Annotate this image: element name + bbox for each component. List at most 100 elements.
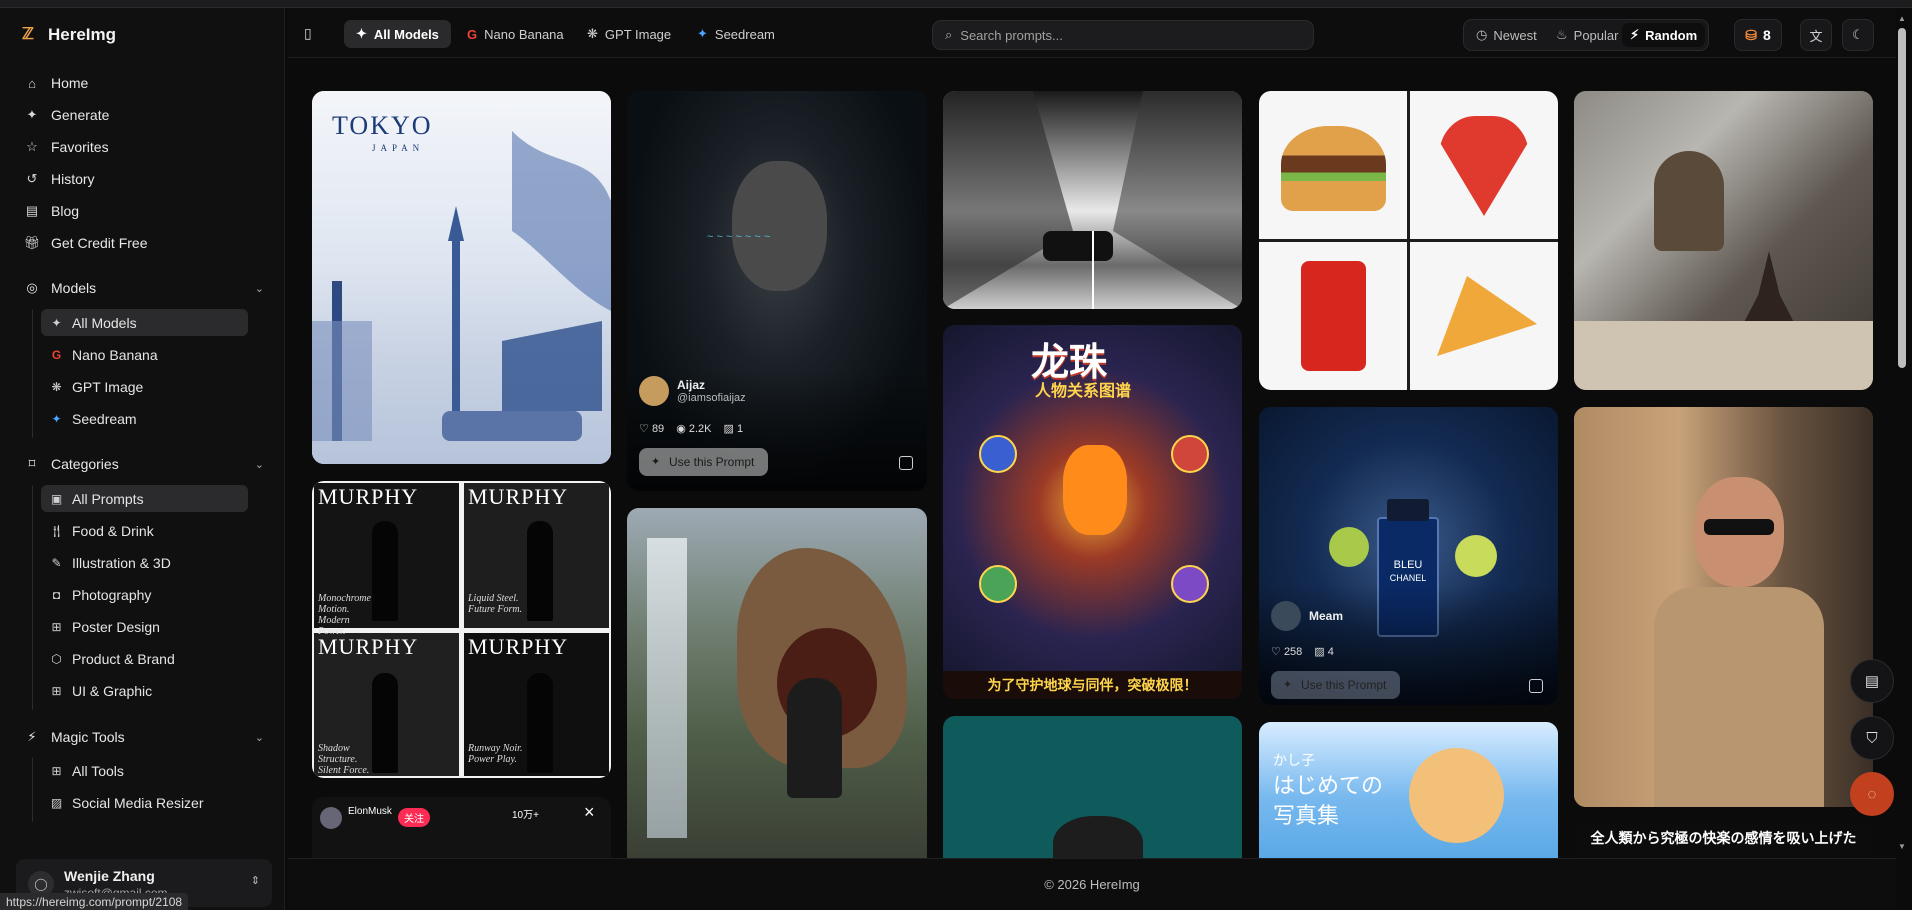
elon-avatar [320, 807, 342, 829]
sort-label: Newest [1493, 27, 1537, 43]
category-photography[interactable]: ◘ Photography [41, 581, 248, 608]
card-origami-food[interactable] [1259, 91, 1558, 390]
category-product-brand[interactable]: ⬡ Product & Brand [41, 645, 248, 672]
author-name: Aijaz [677, 378, 706, 392]
box-icon: ⬡ [51, 651, 62, 666]
category-illustration[interactable]: ✎ Illustration & 3D [41, 549, 248, 576]
section-models[interactable]: ◎ Models ⌄ [24, 280, 264, 296]
tab-gpt-image[interactable]: ❋ GPT Image [575, 20, 683, 48]
character-bubble [979, 435, 1017, 473]
card-photobook[interactable]: かし子 はじめての 写真集 [1259, 722, 1558, 859]
card-man-sunglasses[interactable] [1574, 407, 1873, 807]
category-poster-design[interactable]: ⊞ Poster Design [41, 613, 248, 640]
woman-figure [787, 678, 842, 798]
history-icon: ↺ [26, 171, 38, 186]
section-categories[interactable]: ⌑ Categories ⌄ [24, 456, 264, 472]
theme-toggle-button[interactable]: ☾ [1842, 19, 1874, 51]
perfume-brand-line1: BLEU [1393, 559, 1423, 571]
card-portrait[interactable]: ~ ~ ~ ~ ~ ~ ~ Aijaz @iamsofiaijaz ♡ 89 ◉ … [627, 91, 927, 491]
copy-icon[interactable] [899, 456, 913, 470]
sort-label: Random [1645, 27, 1698, 43]
lime-slice [1455, 535, 1497, 577]
nav-favorites[interactable]: ☆ Favorites [24, 136, 108, 158]
nav-generate[interactable]: ✦ Generate [24, 104, 110, 126]
model-all[interactable]: ✦ All Models [41, 309, 248, 336]
likes-count: 89 [651, 423, 665, 435]
tab-seedream[interactable]: ✦ Seedream [685, 20, 787, 48]
character-bubble [979, 565, 1017, 603]
use-prompt-button[interactable]: ✦ Use this Prompt [639, 448, 769, 476]
scrollbar-thumb[interactable] [1898, 28, 1906, 368]
tool-social-resizer[interactable]: ▨ Social Media Resizer [41, 789, 248, 816]
chevron-updown-icon: ⇕ [250, 875, 260, 887]
chat-float-button[interactable]: ◌ [1850, 772, 1894, 816]
card-murphy[interactable]: MURPHY MURPHY MURPHY MURPHY Monochrome M… [312, 481, 611, 778]
copy-icon[interactable] [1529, 679, 1543, 693]
clock-icon: ◷ [1476, 27, 1488, 42]
search-icon: ⌕ [945, 27, 953, 42]
scroll-down-icon[interactable]: ▼ [1897, 842, 1907, 851]
sub-label: All Models [72, 314, 137, 331]
grid-icon: ⊞ [51, 763, 62, 778]
moon-icon: ☾ [1852, 27, 1864, 42]
language-button[interactable]: 文 [1800, 19, 1832, 51]
gallery-icon: ▣ [50, 491, 63, 506]
card-elon-stream[interactable]: ElonMusk 关注 10万+ × [312, 797, 611, 859]
brush-icon: ✎ [51, 555, 62, 570]
sidebar-toggle-icon[interactable]: ▯ [304, 25, 320, 41]
follow-button[interactable]: 关注 [398, 808, 430, 827]
sort-popular[interactable]: ♨ Popular [1548, 23, 1626, 47]
tokyo-title: TOKYO [332, 111, 433, 140]
card-street-sketch[interactable] [943, 91, 1242, 309]
category-ui-graphic[interactable]: ⊞ UI & Graphic [41, 677, 248, 704]
privacy-float-button[interactable]: ⛉ [1850, 716, 1894, 760]
card-eiffel-craftsman[interactable] [1574, 91, 1873, 390]
google-icon: G [51, 347, 62, 362]
nav-get-credit[interactable]: 🎁︎ Get Credit Free [24, 232, 148, 254]
burger-origami [1281, 126, 1386, 211]
category-all-prompts[interactable]: ▣ All Prompts [41, 485, 248, 512]
card-tokyo[interactable]: TOKYO JAPAN [312, 91, 611, 464]
card-dinosaur[interactable] [627, 508, 927, 859]
model-gpt-image[interactable]: ❋ GPT Image [41, 373, 248, 400]
close-icon[interactable]: × [584, 802, 595, 823]
tab-all-models[interactable]: ✦ All Models [344, 20, 451, 48]
utensils-icon: 🍴︎ [48, 523, 65, 538]
tool-all[interactable]: ⊞ All Tools [41, 757, 248, 784]
tab-label: All Models [373, 26, 439, 42]
category-food-drink[interactable]: 🍴︎ Food & Drink [41, 517, 248, 544]
search-input[interactable] [960, 27, 1291, 43]
murphy-caption: Runway Noir. Power Play. [468, 743, 523, 765]
nav-history[interactable]: ↺ History [24, 168, 95, 190]
sparkles-icon: ✦ [651, 456, 661, 468]
sparkles-icon: ✦ [51, 315, 62, 330]
viewer-count: 10万+ [512, 810, 539, 821]
nav-home[interactable]: ⌂ Home [24, 72, 88, 94]
card-dragonball[interactable]: 龙珠 人物关系图谱 为了守护地球与同伴，突破极限！ [943, 325, 1242, 699]
character-bubble [1171, 565, 1209, 603]
card-teal-portrait[interactable] [943, 716, 1242, 859]
document-icon: ▤ [1864, 673, 1880, 690]
search-bar: ⌕ [932, 20, 1314, 50]
use-prompt-button[interactable]: ✦ Use this Prompt [1271, 671, 1401, 699]
card-author[interactable]: Aijaz @iamsofiaijaz [639, 376, 746, 406]
sort-newest[interactable]: ◷ Newest [1468, 23, 1545, 47]
card-perfume[interactable]: BLEU CHANEL Meam ♡ 258 ▨ 4 ✦ Use this Pro… [1259, 407, 1558, 705]
model-nano-banana[interactable]: G Nano Banana [41, 341, 248, 368]
scroll-up-icon[interactable]: ▲ [1897, 14, 1907, 23]
card-author[interactable]: Meam [1271, 601, 1343, 631]
sort-random[interactable]: ⚡︎ Random [1622, 23, 1706, 47]
sub-label: All Prompts [72, 490, 144, 507]
model-seedream[interactable]: ✦ Seedream [41, 405, 248, 432]
sub-label: Photography [72, 586, 152, 603]
card-jp-banner[interactable]: 全人類から究極の快楽の感情を吸い上げた [1574, 824, 1873, 859]
jp-banner-text: 全人類から究極の快楽の感情を吸い上げた [1590, 830, 1857, 846]
nav-blog[interactable]: ▤ Blog [24, 200, 79, 222]
section-magic-tools[interactable]: ⚡︎ Magic Tools ⌄ [24, 729, 264, 745]
brand-name: HereImg [48, 25, 117, 44]
sidebar: ℤ HereImg ⌂ Home ✦ Generate ☆ Favorites ↺ Hi… [0, 8, 285, 910]
tab-nano-banana[interactable]: G Nano Banana [455, 20, 576, 48]
docs-float-button[interactable]: ▤ [1850, 659, 1894, 703]
credits-button[interactable]: ⛁ 8 [1734, 19, 1782, 51]
brand-logo[interactable]: ℤ HereImg [22, 25, 116, 45]
